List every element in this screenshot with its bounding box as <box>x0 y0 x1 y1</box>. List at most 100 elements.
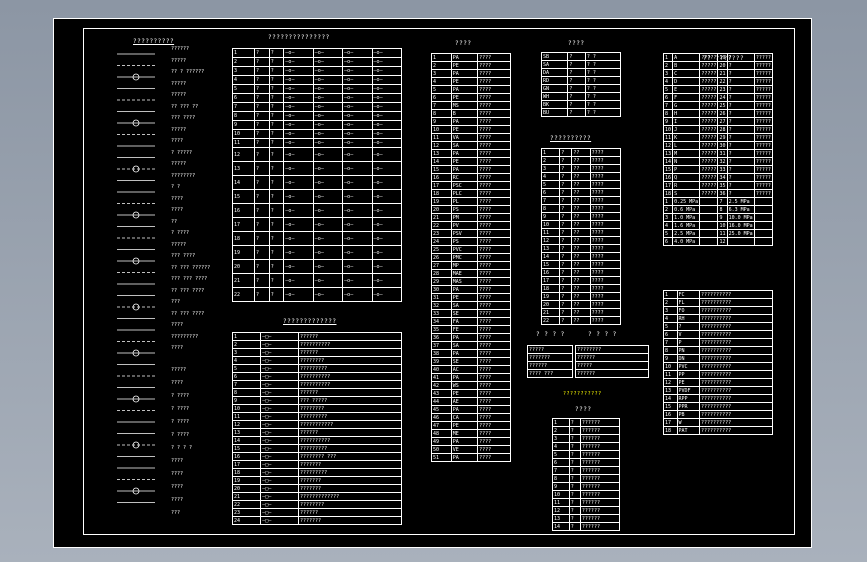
table-cell: ??? ????? <box>298 396 402 405</box>
table-cell: B <box>450 109 479 118</box>
table-cell: 29 <box>717 133 728 142</box>
table-cell: ????? <box>753 85 774 94</box>
table-cell: 1 <box>431 53 452 62</box>
table-row: 17 R????? 35?????? <box>662 181 774 190</box>
table-cell: PE <box>450 93 479 102</box>
table-cell: ???????? <box>298 356 402 365</box>
table-cell: ????? <box>753 101 774 110</box>
table-cell: 4 <box>231 356 262 365</box>
table-cell: ? <box>559 180 573 189</box>
table-cell: 49 <box>431 437 452 446</box>
table-cell: ????? <box>753 165 774 174</box>
table-cell: ????? <box>699 69 719 78</box>
legend-item: ????????? <box>171 333 199 340</box>
table-cell: ? <box>726 109 755 118</box>
table-cell: 1 <box>662 197 674 206</box>
table-cell: PA <box>450 165 479 174</box>
table-row: ?????? <box>575 353 649 362</box>
table-cell: ????????? <box>298 468 402 477</box>
symbol-cell: —o— <box>342 66 373 76</box>
table-cell: PMC <box>450 253 479 262</box>
table-row: 7 —□—?????????? <box>231 380 402 389</box>
table-cell: PVC <box>676 362 700 371</box>
symbol-cell: ? <box>254 287 270 302</box>
table-cell: 14 <box>663 394 678 403</box>
symbol-table2-title: ????????????? <box>283 318 337 325</box>
table-cell: ???? <box>477 117 511 126</box>
table-cell: PE <box>676 378 700 387</box>
table-cell: 5 <box>662 229 674 238</box>
table-cell: 3 <box>540 164 561 173</box>
table-cell: 2 <box>662 205 674 214</box>
symbol-cell: ? <box>268 231 285 246</box>
symbol-cell: —□— <box>260 356 299 365</box>
table-cell: VA <box>450 133 479 142</box>
table-cell: ???? <box>589 236 622 245</box>
symbol-cell: ? <box>254 203 270 218</box>
table-cell: ???? <box>589 268 622 277</box>
table-cell: ???? <box>589 148 622 157</box>
table-cell: 6 <box>663 330 678 339</box>
symbol-cell: —o— <box>371 231 403 246</box>
symbol-table: 1?? —o— —o— —o— —o— 2?? —o— —o— —o— —o— 3?? —o— —o— —… <box>231 48 403 302</box>
symbol-cell: ? <box>254 84 270 94</box>
table-cell: ? ? <box>584 108 622 117</box>
table-cell: PV <box>450 221 479 230</box>
table-cell: 3 <box>231 348 262 357</box>
symbol-cell: —o— <box>371 66 403 76</box>
table-cell: 17 <box>431 181 452 190</box>
symbol-cell: —o— <box>371 287 403 302</box>
table-cell: ???????? <box>298 404 402 413</box>
table-cell: PSC <box>450 181 479 190</box>
symbol-cell: —o— <box>342 147 373 162</box>
symbol-cell: ? <box>254 102 270 112</box>
table-cell: ????? <box>753 157 774 166</box>
table-cell: ?? <box>571 148 591 157</box>
table-row: ????? <box>575 361 649 370</box>
table-cell: ???? <box>477 53 511 62</box>
table-cell: ? <box>726 101 755 110</box>
table-cell: SB <box>540 52 569 61</box>
table-cell: 9 <box>231 120 256 130</box>
table-cell: 20 <box>231 259 256 274</box>
table-row: 5 E????? 23?????? <box>662 85 774 94</box>
small-table4-title: ? ? ? ? <box>588 331 617 338</box>
table-row: 3 1.0 MPa 9 10.0 MPa <box>662 213 774 222</box>
table-row: 1 —□—?????? <box>231 332 402 341</box>
table-cell: 5 <box>552 450 570 459</box>
table-cell: ?? <box>571 244 591 253</box>
table-cell: FC <box>676 290 700 299</box>
table-row: 9??????? <box>552 482 621 491</box>
table-cell: ? <box>559 252 573 261</box>
symbol-cell: ? <box>268 138 285 148</box>
table-row: BK?? ? <box>540 100 622 109</box>
small-table-3: ?????????????????????? ??? <box>527 345 573 378</box>
table-cell: ????? <box>527 345 573 354</box>
table-row: 26 PMC???? <box>431 253 511 262</box>
symbol-cell: —o— <box>312 231 344 246</box>
table-cell: ?? <box>571 300 591 309</box>
table-row: 17 W?????????? <box>663 418 773 427</box>
table-cell: 20 <box>431 205 452 214</box>
table-cell: PAT <box>676 426 700 435</box>
table-cell: ???? <box>477 389 511 398</box>
table-cell: ?? <box>571 268 591 277</box>
table-cell: 31 <box>717 149 728 158</box>
table-cell <box>753 237 774 246</box>
table-row: ???? ??? <box>527 369 573 378</box>
symbol-cell: —o— <box>312 66 344 76</box>
table-cell: ???? <box>477 69 511 78</box>
table-cell: 25 <box>431 245 452 254</box>
symbol-cell: —o— <box>312 75 344 85</box>
table-cell: PA <box>450 69 479 78</box>
table-cell: ???????? <box>575 345 649 354</box>
table-row: 5 2.5 MPa 11 25.0 MPa <box>662 229 774 238</box>
table-row: 18??????? <box>540 284 622 293</box>
table-cell: PA <box>450 53 479 62</box>
table-row: 12 PE?????????? <box>663 378 773 387</box>
table-cell: ?? <box>571 292 591 301</box>
table-cell: SA <box>540 60 569 69</box>
table-row: 25 PVC???? <box>431 245 511 254</box>
symbol-cell: —o— <box>312 203 344 218</box>
table-cell: 11 <box>431 133 452 142</box>
